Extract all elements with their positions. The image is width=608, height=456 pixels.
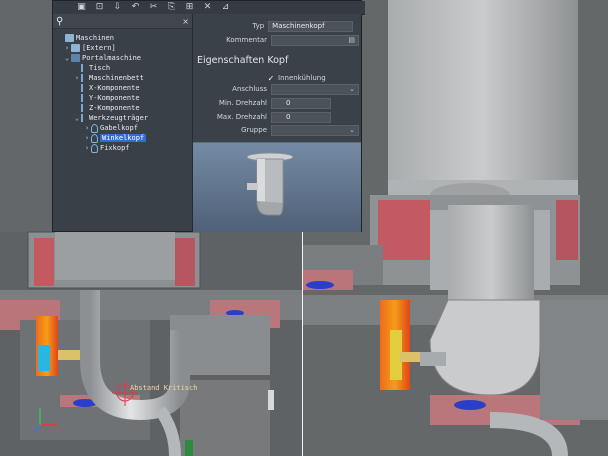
delete-icon[interactable]: ✕ xyxy=(201,2,214,13)
tree-item-label: Werkzeugträger xyxy=(89,114,149,122)
max-drehzahl-label: Max. Drehzahl xyxy=(216,113,267,121)
tree-item-label: Y-Komponente xyxy=(89,94,140,102)
clear-search-icon[interactable]: × xyxy=(182,17,189,26)
kommentar-field[interactable]: ▤ xyxy=(271,34,359,46)
tree-item-label: Maschinenbett xyxy=(89,74,144,82)
tree-item[interactable]: › Gabelkopf xyxy=(83,123,138,133)
axis-icon xyxy=(81,104,87,112)
tree-item[interactable]: Z-Komponente xyxy=(73,103,140,113)
axis-icon xyxy=(81,94,87,102)
min-drehzahl-field[interactable]: 0 xyxy=(271,97,331,109)
save-icon[interactable]: ▣ xyxy=(75,2,88,13)
tree-item[interactable]: › Fixkopf xyxy=(83,143,130,153)
axis-icon xyxy=(81,84,87,92)
tree-item[interactable]: › [Extern] xyxy=(63,43,116,53)
max-drehzahl-field[interactable]: 0 xyxy=(271,111,331,123)
innenkuehlung-label: Innenkühlung xyxy=(278,74,326,82)
machine-panel: ▣ ⊡ ⇩ ↶ ✂ ⎘ ⊞ ✕ ⊿ ⚲ × Maschinen › [Extern] ⌄ Portalm… xyxy=(52,0,365,232)
tool-icon xyxy=(91,143,98,153)
tree-search-input[interactable] xyxy=(67,16,183,26)
edit-icon[interactable]: ▤ xyxy=(348,36,358,44)
folder-icon xyxy=(71,44,80,52)
axis-icon xyxy=(81,114,87,122)
paste-icon[interactable]: ⊞ xyxy=(183,2,196,13)
panel-toolbar: ▣ ⊡ ⇩ ↶ ✂ ⎘ ⊞ ✕ ⊿ xyxy=(53,1,365,15)
properties-panel: Typ Maschinenkopf Kommentar ▤ Eigenschaf… xyxy=(193,14,361,232)
head-preview xyxy=(193,142,361,232)
distance-annotation: Abstand Kritisch xyxy=(130,384,198,392)
tree-item-label: X-Komponente xyxy=(89,84,140,92)
tool-icon xyxy=(91,123,98,133)
tree-item-label: Winkelkopf xyxy=(100,134,147,142)
search-icon: ⚲ xyxy=(56,15,64,27)
typ-label: Typ xyxy=(252,22,265,30)
innenkuehlung-checkbox[interactable]: ✓ xyxy=(267,74,275,83)
min-drehzahl-label: Min. Drehzahl xyxy=(218,99,267,107)
cut-icon[interactable]: ✂ xyxy=(147,2,160,13)
kommentar-label: Kommentar xyxy=(226,36,267,44)
tree-item[interactable]: ⌄ Portalmaschine xyxy=(63,53,141,63)
machine-tree: ⚲ × Maschinen › [Extern] ⌄ Portalmaschine Tis… xyxy=(53,14,193,231)
tree-item-label: Maschinen xyxy=(76,34,114,42)
gruppe-select[interactable]: ⌄ xyxy=(271,124,359,136)
machine-icon[interactable]: ⊿ xyxy=(219,2,232,13)
search-icon[interactable] xyxy=(57,2,70,13)
export-icon[interactable]: ⊡ xyxy=(93,2,106,13)
tree-item-label: Z-Komponente xyxy=(89,104,140,112)
chevron-icon[interactable]: ⌄ xyxy=(73,114,81,122)
tree-item[interactable]: ⌄ Werkzeugträger xyxy=(73,113,148,123)
chevron-icon[interactable]: › xyxy=(73,74,81,82)
tree-search-row: ⚲ × xyxy=(53,14,192,29)
anschluss-select[interactable]: ⌄ xyxy=(271,83,359,95)
tree-item-label: Fixkopf xyxy=(100,144,130,152)
tree-item[interactable]: Tisch xyxy=(73,63,110,73)
section-title: Eigenschaften Kopf xyxy=(197,55,289,66)
anschluss-label: Anschluss xyxy=(232,85,267,93)
folder-icon xyxy=(65,34,74,42)
tree-item-label: Gabelkopf xyxy=(100,124,138,132)
angle-head-preview xyxy=(246,152,294,216)
chevron-icon[interactable]: › xyxy=(83,124,91,132)
viewport-splitter[interactable] xyxy=(302,232,303,456)
tree-item-label: [Extern] xyxy=(82,44,116,52)
tool-icon xyxy=(91,133,98,143)
tree-item[interactable]: Y-Komponente xyxy=(73,93,140,103)
tree-item-label: Tisch xyxy=(89,64,111,72)
gruppe-label: Gruppe xyxy=(241,126,267,134)
part-icon xyxy=(71,54,80,62)
tree-item[interactable]: Maschinen xyxy=(57,33,114,43)
chevron-icon[interactable]: › xyxy=(83,144,91,152)
tree-item[interactable]: › Winkelkopf xyxy=(83,133,147,143)
axis-icon xyxy=(81,64,87,72)
typ-field[interactable]: Maschinenkopf xyxy=(268,20,353,32)
import-icon[interactable]: ⇩ xyxy=(111,2,124,13)
tree-item[interactable]: X-Komponente xyxy=(73,83,140,93)
chevron-down-icon: ⌄ xyxy=(349,126,355,134)
tree-item[interactable]: › Maschinenbett xyxy=(73,73,144,83)
axis-icon xyxy=(81,74,87,82)
chevron-down-icon: ⌄ xyxy=(349,85,355,93)
chevron-icon[interactable]: ⌄ xyxy=(63,54,71,62)
copy-icon[interactable]: ⎘ xyxy=(165,2,178,13)
undo-icon[interactable]: ↶ xyxy=(129,2,142,13)
tree-item-label: Portalmaschine xyxy=(82,54,142,62)
chevron-icon[interactable]: › xyxy=(83,134,91,142)
chevron-icon[interactable]: › xyxy=(63,44,71,52)
